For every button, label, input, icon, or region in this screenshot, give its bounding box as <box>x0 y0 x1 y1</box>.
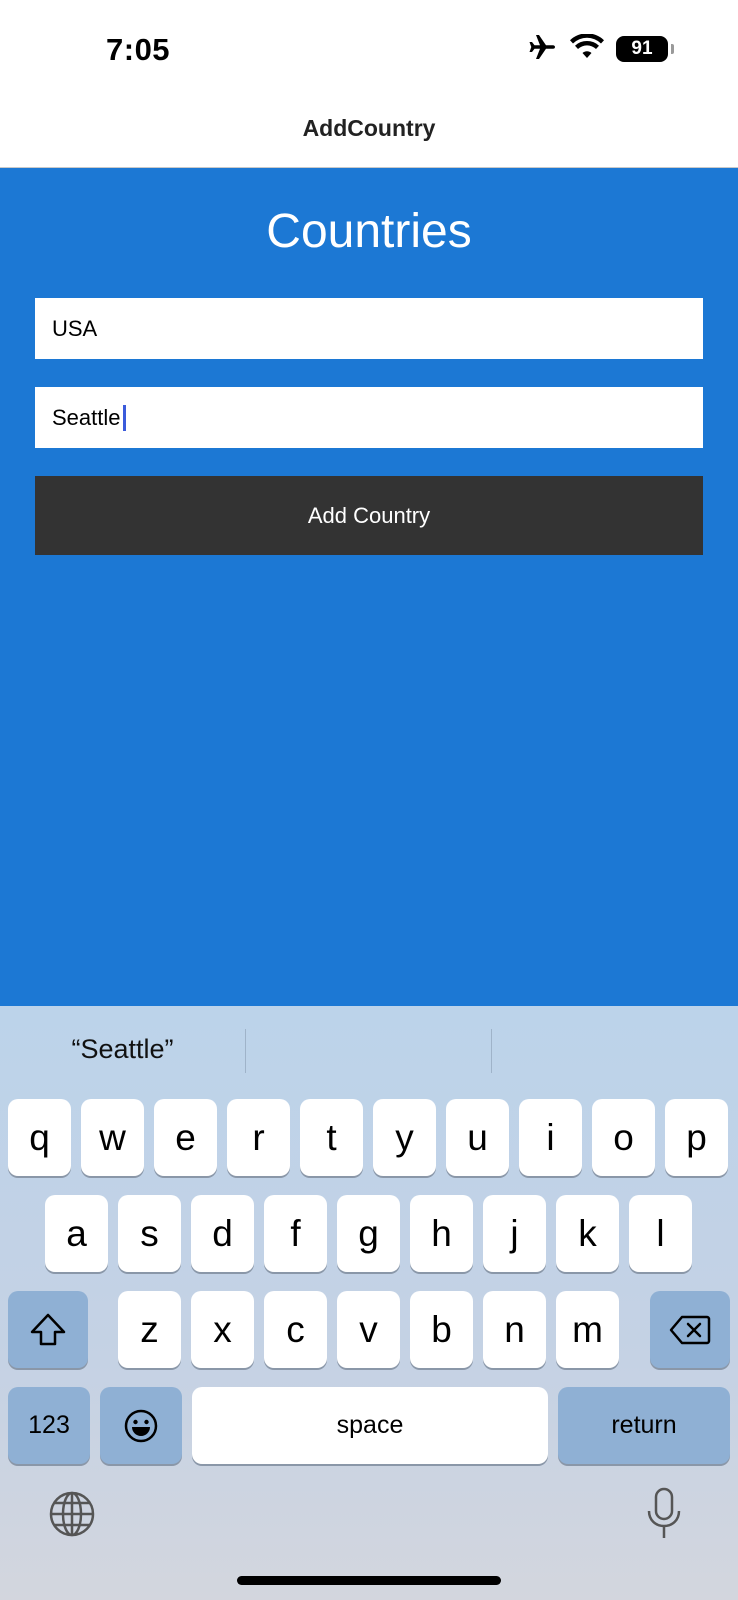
key-q[interactable]: q <box>8 1099 71 1176</box>
delete-key[interactable] <box>650 1291 730 1368</box>
main-content: Countries Add Country <box>0 168 738 1006</box>
key-m[interactable]: m <box>556 1291 619 1368</box>
suggestion-item[interactable] <box>492 1006 737 1092</box>
key-l[interactable]: l <box>629 1195 692 1272</box>
page-title: Countries <box>266 205 472 258</box>
return-key[interactable]: return <box>558 1387 730 1464</box>
key-g[interactable]: g <box>337 1195 400 1272</box>
key-e[interactable]: e <box>154 1099 217 1176</box>
globe-icon[interactable] <box>48 1490 96 1543</box>
key-x[interactable]: x <box>191 1291 254 1368</box>
emoji-key[interactable] <box>100 1387 182 1464</box>
key-c[interactable]: c <box>264 1291 327 1368</box>
key-s[interactable]: s <box>118 1195 181 1272</box>
key-t[interactable]: t <box>300 1099 363 1176</box>
key-h[interactable]: h <box>410 1195 473 1272</box>
numbers-key[interactable]: 123 <box>8 1387 90 1464</box>
keyboard: “Seattle” q w e r t y u i o p a s d f g … <box>0 1006 738 1600</box>
key-j[interactable]: j <box>483 1195 546 1272</box>
space-key[interactable]: space <box>192 1387 548 1464</box>
key-v[interactable]: v <box>337 1291 400 1368</box>
status-bar: 7:05 91 <box>0 0 738 90</box>
battery-icon: 91 <box>616 36 674 62</box>
key-p[interactable]: p <box>665 1099 728 1176</box>
airplane-mode-icon <box>528 33 558 66</box>
text-cursor <box>123 405 126 431</box>
microphone-icon[interactable] <box>644 1486 684 1547</box>
suggestion-item[interactable]: “Seattle” <box>0 1006 245 1092</box>
wifi-icon <box>570 32 604 65</box>
key-f[interactable]: f <box>264 1195 327 1272</box>
home-indicator <box>237 1576 501 1585</box>
emoji-icon <box>124 1409 158 1442</box>
key-r[interactable]: r <box>227 1099 290 1176</box>
suggestion-item[interactable] <box>246 1006 491 1092</box>
country-input[interactable] <box>35 298 703 359</box>
status-time: 7:05 <box>106 32 171 67</box>
key-w[interactable]: w <box>81 1099 144 1176</box>
key-a[interactable]: a <box>45 1195 108 1272</box>
backspace-icon <box>669 1315 711 1344</box>
key-n[interactable]: n <box>483 1291 546 1368</box>
key-i[interactable]: i <box>519 1099 582 1176</box>
key-u[interactable]: u <box>446 1099 509 1176</box>
key-d[interactable]: d <box>191 1195 254 1272</box>
nav-title: AddCountry <box>302 115 436 141</box>
key-k[interactable]: k <box>556 1195 619 1272</box>
navigation-bar: AddCountry <box>0 90 738 168</box>
shift-key[interactable] <box>8 1291 88 1368</box>
add-country-button[interactable]: Add Country <box>35 476 703 555</box>
shift-icon <box>30 1313 66 1345</box>
status-icons: 91 <box>528 32 674 66</box>
key-z[interactable]: z <box>118 1291 181 1368</box>
key-o[interactable]: o <box>592 1099 655 1176</box>
suggestion-bar: “Seattle” <box>0 1006 738 1092</box>
key-y[interactable]: y <box>373 1099 436 1176</box>
city-input[interactable] <box>35 387 703 448</box>
key-b[interactable]: b <box>410 1291 473 1368</box>
